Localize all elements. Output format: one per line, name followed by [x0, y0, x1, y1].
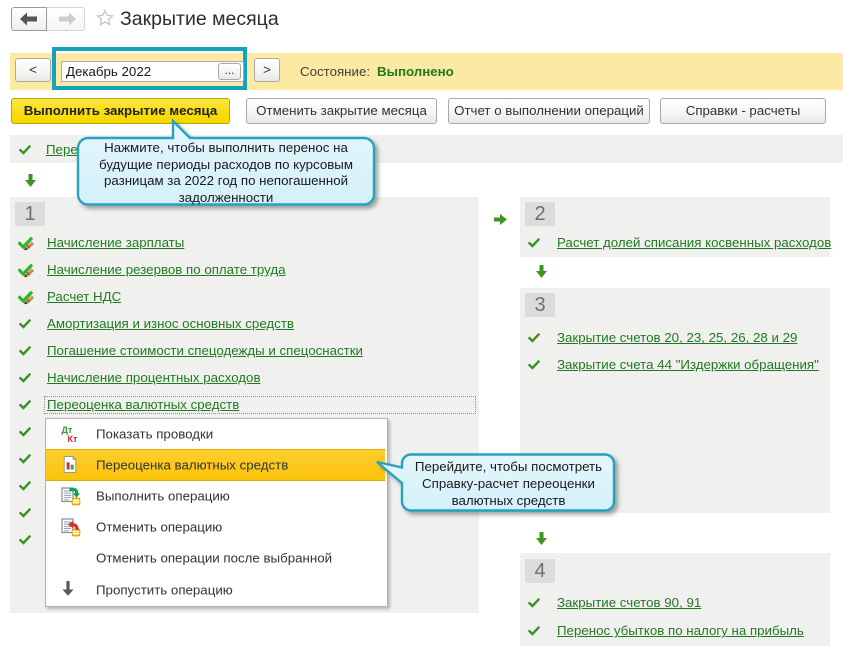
svg-text:Кт: Кт: [68, 434, 78, 443]
